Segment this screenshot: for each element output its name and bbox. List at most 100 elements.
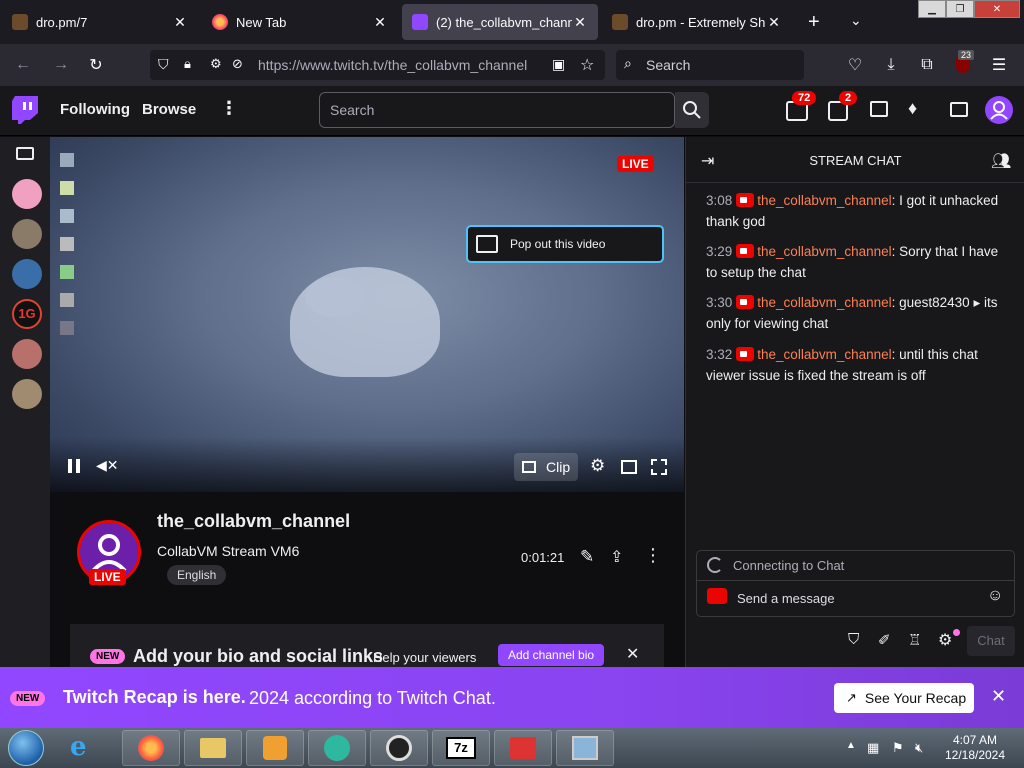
prediction-icon[interactable]: ♖ xyxy=(908,631,921,649)
add-channel-bio-button[interactable]: Add channel bio xyxy=(498,644,605,666)
sidebar-channel-avatar[interactable] xyxy=(12,179,42,209)
reload-icon[interactable]: ↻ xyxy=(85,54,107,76)
twitch-search-input[interactable]: Search xyxy=(319,92,675,128)
taskbar-clock[interactable]: 4:07 AM 12/18/2024 xyxy=(940,733,1010,763)
sidebar-channel-avatar[interactable] xyxy=(12,379,42,409)
sidebar-channel-avatar[interactable] xyxy=(12,219,42,249)
chat-send-button[interactable]: Chat xyxy=(967,626,1015,656)
firefox-favicon-icon xyxy=(212,14,228,30)
recap-subtitle: 2024 according to Twitch Chat. xyxy=(249,688,496,708)
sidebar-channel-avatar[interactable] xyxy=(12,259,42,289)
chat-username[interactable]: the_collabvm_channel xyxy=(757,295,891,310)
channel-info-panel: LIVE the_collabvm_channel CollabVM Strea… xyxy=(50,492,684,667)
obs-taskbar-icon[interactable] xyxy=(370,730,428,766)
popout-tooltip[interactable]: Pop out this video xyxy=(466,225,664,263)
url-text[interactable]: https://www.twitch.tv/the_collabvm_chann… xyxy=(258,57,527,73)
camera-icon[interactable] xyxy=(16,147,34,160)
media-player-taskbar-icon[interactable] xyxy=(246,730,304,766)
broadcaster-badge-icon xyxy=(707,588,727,604)
video-player[interactable]: LIVE Pop out this video ◀✕ Clip ⚙ xyxy=(50,137,684,492)
pause-icon[interactable] xyxy=(68,459,80,473)
explorer-taskbar-icon[interactable] xyxy=(184,730,242,766)
autoplay-blocked-icon[interactable]: ⊘ xyxy=(232,56,243,72)
following-link[interactable]: Following xyxy=(60,101,130,118)
network-icon[interactable]: ▦ xyxy=(867,740,879,756)
browse-link[interactable]: Browse xyxy=(142,101,196,118)
close-icon[interactable]: ✕ xyxy=(626,644,639,664)
followed-channels-sidebar: 1G xyxy=(0,137,50,667)
browser-tab-3[interactable]: (2) the_collabvm_channel ✕ xyxy=(402,4,598,40)
close-tab-icon[interactable]: ✕ xyxy=(172,14,188,31)
extensions-icon[interactable]: ⧉ xyxy=(916,54,938,76)
browser-tab-1[interactable]: dro.pm/7 ✕ xyxy=(2,4,198,40)
sidebar-channel-avatar[interactable] xyxy=(12,339,42,369)
chat-username[interactable]: the_collabvm_channel xyxy=(757,347,891,362)
downloads-icon[interactable]: ⤓ xyxy=(880,54,902,76)
chat-username[interactable]: the_collabvm_channel xyxy=(757,244,891,259)
internet-explorer-icon[interactable]: e xyxy=(70,732,87,762)
mute-icon[interactable]: ◀✕ xyxy=(96,457,119,474)
chat-settings-icon[interactable]: ⚙ xyxy=(938,630,952,650)
send-message-input[interactable]: Send a message xyxy=(737,591,835,606)
close-tab-icon[interactable]: ✕ xyxy=(372,14,388,31)
clip-button[interactable]: Clip xyxy=(514,453,578,481)
app-taskbar-icon[interactable] xyxy=(494,730,552,766)
fullscreen-icon[interactable] xyxy=(651,459,667,475)
twitch-search-button[interactable] xyxy=(675,92,709,128)
forward-icon[interactable]: → xyxy=(50,54,72,76)
browser-search-bar[interactable]: ⌕ Search xyxy=(616,50,804,80)
action-center-flag-icon[interactable]: ⚑ xyxy=(892,740,904,756)
pocket-icon[interactable]: ♡ xyxy=(844,54,866,76)
chat-username[interactable]: the_collabvm_channel xyxy=(757,193,891,208)
close-tab-icon[interactable]: ✕ xyxy=(766,14,782,31)
bits-icon[interactable] xyxy=(950,102,968,117)
browser-tab-2[interactable]: New Tab ✕ xyxy=(202,4,398,40)
volume-muted-icon[interactable]: 🔇︎ xyxy=(915,740,923,756)
restore-window-icon[interactable]: ❐ xyxy=(946,0,974,18)
close-tab-icon[interactable]: ✕ xyxy=(572,14,588,31)
permissions-icon[interactable]: ⚙︎ xyxy=(210,56,222,72)
edit-pencil-icon[interactable]: ✎ xyxy=(580,547,594,567)
more-options-icon[interactable]: ⋮ xyxy=(644,545,662,566)
new-tab-icon[interactable]: + xyxy=(808,11,820,34)
share-icon[interactable]: ⇪ xyxy=(610,547,623,567)
reader-view-icon[interactable]: ▣ xyxy=(552,56,565,73)
close-window-icon[interactable]: ✕ xyxy=(974,0,1020,18)
twitch-logo-icon[interactable] xyxy=(12,96,38,124)
lock-icon[interactable]: 🔒︎ xyxy=(184,56,191,72)
broadcaster-badge-icon xyxy=(736,295,755,309)
show-hidden-icons-icon[interactable]: ▲ xyxy=(846,740,856,751)
chat-message: 3:32 the_collabvm_channel: until this cha… xyxy=(706,344,1011,386)
hype-chat-icon[interactable]: ✐ xyxy=(878,631,891,649)
start-button[interactable] xyxy=(8,730,44,766)
shield-icon[interactable]: ⛉ xyxy=(158,56,169,73)
list-tabs-chevron-icon[interactable]: ⌄ xyxy=(850,12,862,29)
theatre-mode-icon[interactable] xyxy=(621,460,637,474)
crown-icon[interactable]: ♦ xyxy=(908,98,917,119)
emote-picker-icon[interactable]: ☺ xyxy=(987,587,1003,605)
browser-tab-4[interactable]: dro.pm - Extremely Short U ✕ xyxy=(602,4,792,40)
app-taskbar-icon[interactable] xyxy=(308,730,366,766)
close-icon[interactable]: ✕ xyxy=(991,686,1006,707)
whispers-icon[interactable] xyxy=(870,101,888,117)
language-tag[interactable]: English xyxy=(167,565,227,585)
7zip-taskbar-icon[interactable]: 7z xyxy=(432,730,490,766)
channel-name[interactable]: the_collabvm_channel xyxy=(157,511,350,532)
back-icon[interactable]: ← xyxy=(12,54,34,76)
chat-message: 3:30 the_collabvm_channel: guest82430 ▸ i… xyxy=(706,292,1011,334)
firefox-taskbar-icon[interactable] xyxy=(122,730,180,766)
user-avatar[interactable] xyxy=(985,96,1013,124)
bookmark-star-icon[interactable]: ☆ xyxy=(580,55,594,75)
app-menu-icon[interactable]: ☰ xyxy=(988,54,1010,76)
stream-chat-panel: ⇥ STREAM CHAT 👥︎ 3:08 the_collabvm_channe… xyxy=(685,137,1024,667)
settings-gear-icon[interactable]: ⚙ xyxy=(590,456,605,476)
sidebar-channel-avatar[interactable]: 1G xyxy=(12,299,42,329)
mod-shield-icon[interactable]: ⛉ xyxy=(848,631,859,648)
more-menu-icon[interactable]: ⋮ xyxy=(220,98,238,119)
chat-message: 3:29 the_collabvm_channel: Sorry that I h… xyxy=(706,241,1011,283)
url-bar[interactable]: ⛉ 🔒︎ ⚙︎ ⊘ https://www.twitch.tv/the_coll… xyxy=(150,50,605,80)
minimize-window-icon[interactable]: ▁ xyxy=(918,0,946,18)
vm-taskbar-icon[interactable] xyxy=(556,730,614,766)
see-your-recap-button[interactable]: ↗ See Your Recap xyxy=(834,683,974,713)
users-icon[interactable]: 👥︎ xyxy=(991,151,1011,171)
